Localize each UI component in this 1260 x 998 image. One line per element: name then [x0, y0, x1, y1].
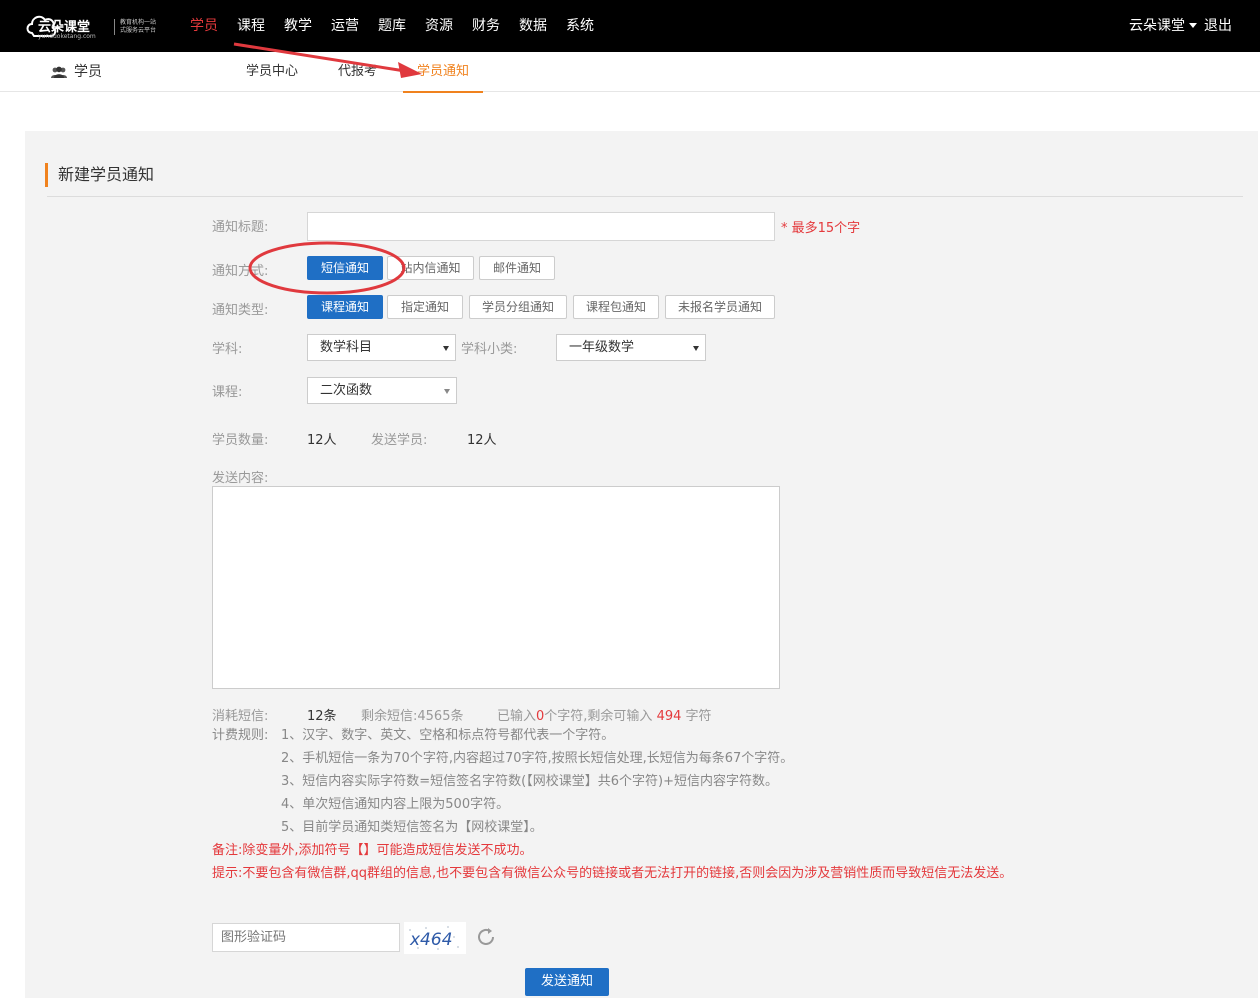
typed-prefix: 已输入 [497, 709, 537, 724]
rule-item: 3、短信内容实际字符数=短信签名字符数(【网校课堂】共6个字符)+短信内容字符数… [281, 774, 778, 789]
dropdown-arrow-icon [693, 346, 699, 351]
brand-logo[interactable]: 云朵课堂 yunduoketang.com 教育机构一站式服务云平台 [24, 9, 156, 43]
nav-item-question-bank[interactable]: 题库 [378, 0, 406, 52]
course-select[interactable]: 二次函数 [307, 377, 457, 404]
nav-item-system[interactable]: 系统 [566, 0, 594, 52]
section-title: 学员 [50, 52, 102, 92]
subject-value: 数学科目 [320, 340, 373, 355]
main-nav: 学员 课程 教学 运营 题库 资源 财务 数据 系统 [190, 0, 613, 52]
user-menu[interactable]: 云朵课堂 [1129, 18, 1185, 34]
dropdown-arrow-icon [443, 346, 449, 351]
course-value: 二次函数 [320, 383, 373, 398]
remaining-suffix: 字符 [685, 709, 712, 724]
course-label: 课程: [212, 385, 243, 400]
send-students-value: 12人 [467, 433, 497, 448]
subcategory-select[interactable]: 一年级数学 [556, 334, 706, 361]
sms-used-label: 消耗短信: [212, 709, 269, 724]
type-package-button[interactable]: 课程包通知 [573, 295, 659, 319]
nav-item-data[interactable]: 数据 [519, 0, 547, 52]
nav-item-students[interactable]: 学员 [190, 0, 218, 52]
tab-student-center[interactable]: 学员中心 [232, 52, 312, 92]
users-icon [51, 66, 67, 78]
type-specified-button[interactable]: 指定通知 [387, 295, 463, 319]
logo-divider [114, 19, 115, 35]
student-count-value: 12人 [307, 433, 337, 448]
billing-rules-list: 1、汉字、数字、英文、空格和标点符号都代表一个字符。 2、手机短信一条为70个字… [281, 724, 793, 839]
subcategory-label: 学科小类: [461, 342, 518, 357]
user-area: 云朵课堂 退出 [1129, 0, 1232, 52]
dropdown-arrow-icon [444, 389, 450, 394]
panel-title: 新建学员通知 [45, 163, 154, 187]
sub-navbar: 学员 学员中心 代报考 学员通知 [0, 52, 1260, 93]
note-text: 备注:除变量外,添加符号【】可能造成短信发送不成功。 [212, 843, 533, 858]
tip-text: 提示:不要包含有微信群,qq群组的信息,也不要包含有微信公众号的链接或者无法打开… [212, 866, 1013, 881]
subject-select[interactable]: 数学科目 [307, 334, 456, 361]
title-divider [47, 196, 1243, 197]
sub-tabs: 学员中心 代报考 学员通知 [232, 52, 495, 93]
top-navbar: 云朵课堂 yunduoketang.com 教育机构一站式服务云平台 学员 课程… [0, 0, 1260, 52]
captcha-image[interactable]: x464 [404, 922, 466, 954]
subcategory-value: 一年级数学 [569, 340, 635, 355]
type-course-button[interactable]: 课程通知 [307, 295, 383, 319]
rule-item: 5、目前学员通知类短信签名为【网校课堂】。 [281, 820, 543, 835]
method-sms-button[interactable]: 短信通知 [307, 256, 383, 280]
method-site-message-button[interactable]: 站内信通知 [387, 256, 474, 280]
subject-label: 学科: [212, 342, 243, 357]
nav-item-teaching[interactable]: 教学 [284, 0, 312, 52]
type-group-button[interactable]: 学员分组通知 [469, 295, 567, 319]
sms-remaining: 剩余短信:4565条 [361, 709, 464, 724]
form-panel: 新建学员通知 通知标题: * 最多15个字 通知方式: 短信通知 站内信通知 邮… [25, 131, 1258, 998]
method-email-button[interactable]: 邮件通知 [479, 256, 555, 280]
notice-type-label: 通知类型: [212, 303, 269, 318]
rule-item: 2、手机短信一条为70个字符,内容超过70字符,按照长短信处理,长短信为每条67… [281, 751, 794, 766]
notice-title-label: 通知标题: [212, 220, 269, 235]
notice-title-input[interactable] [307, 212, 775, 241]
sms-used-value: 12条 [307, 709, 337, 724]
send-notice-button[interactable]: 发送通知 [525, 968, 609, 996]
tab-proxy-registration[interactable]: 代报考 [324, 52, 391, 92]
tab-student-notice[interactable]: 学员通知 [403, 52, 484, 93]
remaining-chars: 494 [656, 709, 682, 724]
captcha-text: x464 [409, 930, 453, 950]
caret-down-icon[interactable] [1189, 22, 1197, 28]
student-count-label: 学员数量: [212, 433, 269, 448]
billing-label: 计费规则: [212, 728, 269, 743]
brand-tagline: 教育机构一站式服务云平台 [120, 19, 157, 34]
typed-mid: 个字符,剩余可输入 [544, 709, 653, 724]
content-textarea[interactable] [212, 486, 780, 689]
logout-link[interactable]: 退出 [1204, 18, 1232, 34]
char-counter: 已输入0个字符,剩余可输入 494 字符 [497, 705, 712, 724]
nav-item-resources[interactable]: 资源 [425, 0, 453, 52]
notice-method-label: 通知方式: [212, 264, 269, 279]
send-students-label: 发送学员: [371, 433, 428, 448]
nav-item-courses[interactable]: 课程 [237, 0, 265, 52]
content-label: 发送内容: [212, 471, 269, 486]
notice-title-hint: * 最多15个字 [781, 221, 861, 236]
nav-item-operations[interactable]: 运营 [331, 0, 359, 52]
section-label: 学员 [74, 64, 102, 80]
refresh-icon[interactable] [475, 926, 497, 948]
rule-item: 1、汉字、数字、英文、空格和标点符号都代表一个字符。 [281, 728, 615, 743]
brand-domain: yunduoketang.com [38, 33, 96, 40]
type-unregistered-button[interactable]: 未报名学员通知 [665, 295, 775, 319]
captcha-input[interactable] [212, 923, 400, 952]
nav-item-finance[interactable]: 财务 [472, 0, 500, 52]
rule-item: 4、单次短信通知内容上限为500字符。 [281, 797, 510, 812]
